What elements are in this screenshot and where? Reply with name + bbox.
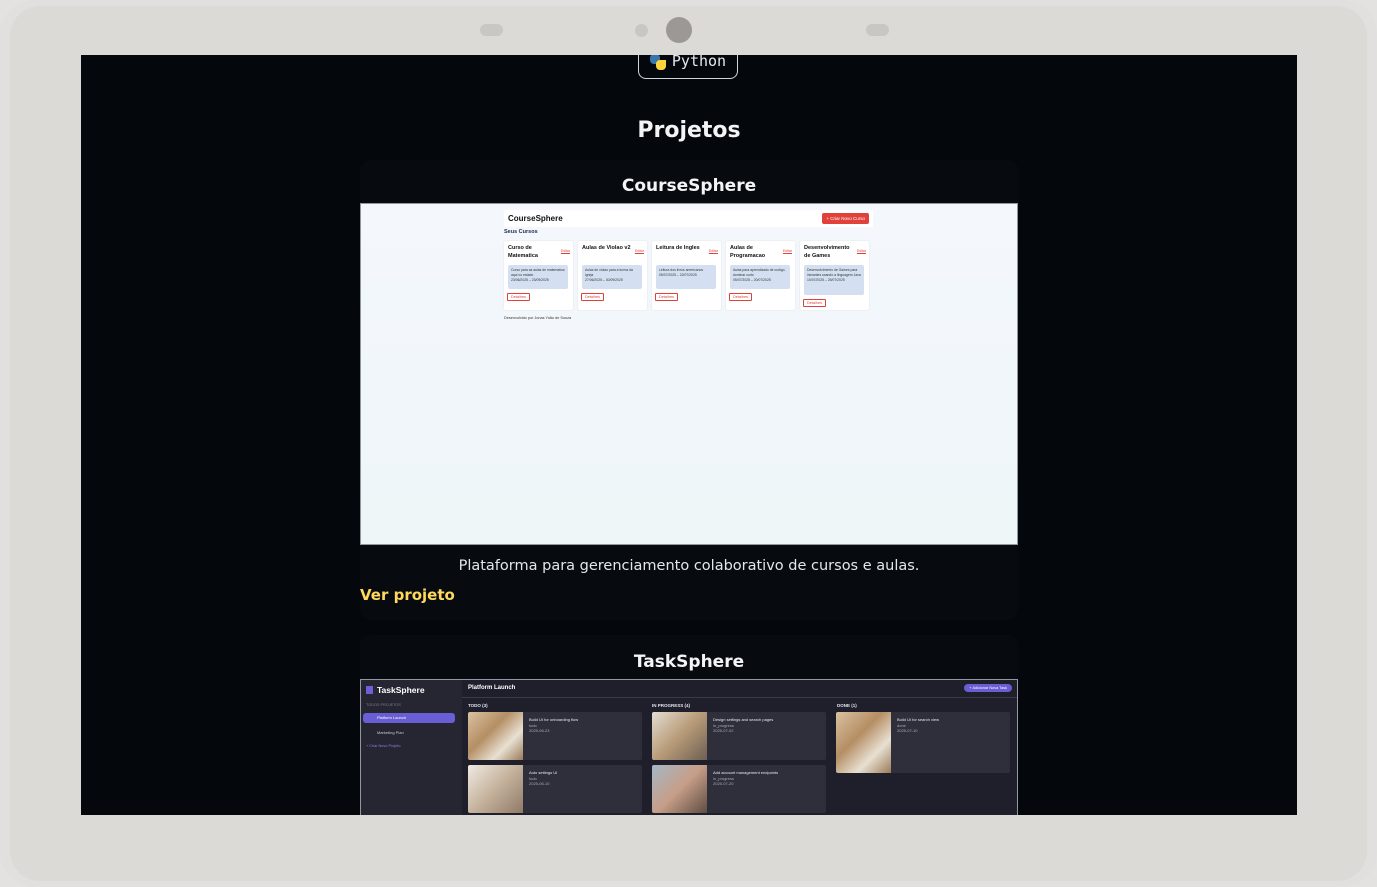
cs-edit-link: Editar <box>782 249 792 253</box>
cs-course-card: Desenvolvimento de Games Editar Desenvol… <box>800 241 869 310</box>
project-title: CourseSphere <box>621 176 757 196</box>
ts-column-header: IN PROGRESS (4) <box>652 703 691 708</box>
light-sensor <box>635 24 648 37</box>
cs-subtitle: Seus Cursos <box>504 229 538 235</box>
ts-task-card: Build UI for search view done 2025-07-10 <box>836 712 1010 773</box>
cs-course-card: Aulas de Programacao Editar Aulas para a… <box>726 241 795 310</box>
cs-course-card: Curso de Matematica Editar Curso para as… <box>504 241 573 310</box>
ts-column-header: DONE (1) <box>837 703 857 708</box>
project-card-coursesphere: CourseSphere CourseSphere + Criar Novo C… <box>360 160 1018 620</box>
cs-course-title: Aulas de Programacao <box>730 245 766 259</box>
tablet-frame: Python Projetos CourseSphere CourseSpher… <box>0 0 1377 887</box>
cs-course-info: Curso para as aulas de matematica aqui n… <box>508 265 568 289</box>
cs-course-card: Leitura de Ingles Editar Leitura dos liv… <box>652 241 721 310</box>
cs-course-info: Aulas para aprendizado de codigo, domina… <box>730 265 790 289</box>
cs-details-button: Detalhes <box>803 299 826 307</box>
ts-topbar: Platform Launch + Adicionar Nova Task <box>462 680 1017 698</box>
skill-badge-label: Python <box>671 55 727 70</box>
ts-add-task-button: + Adicionar Nova Task <box>964 684 1012 692</box>
task-image <box>836 712 891 773</box>
ts-new-project-link: + Criar Novo Projeto <box>366 744 401 748</box>
left-sensor <box>480 24 503 36</box>
cs-course-title: Desenvolvimento de Games <box>804 245 850 259</box>
ts-logo: TaskSphere <box>366 685 425 695</box>
section-title: Projetos <box>637 118 741 143</box>
task-image <box>652 765 707 813</box>
task-image <box>652 712 707 760</box>
ts-task-card: Build UI for onboarding flow todo 2025-06-… <box>468 712 642 760</box>
cs-course-title: Curso de Matematica <box>508 245 538 259</box>
cs-details-button: Detalhes <box>581 293 604 301</box>
right-sensor <box>866 24 889 36</box>
task-image <box>468 712 523 760</box>
ts-task-card: Add account management endpoints in_progr… <box>652 765 826 813</box>
ts-sidebar-label: TODOS PROJETOS <box>366 703 401 707</box>
ts-nav-item: Marketing Plan <box>377 730 404 735</box>
ts-board-title: Platform Launch <box>468 685 516 691</box>
project-screenshot: CourseSphere + Criar Novo Curso Seus Cur… <box>360 203 1018 545</box>
cs-course-info: Leitura dos livros americanos 05/07/2025 … <box>656 265 716 289</box>
camera <box>666 17 692 43</box>
task-image <box>468 765 523 813</box>
cs-new-course-button: + Criar Novo Curso <box>822 213 869 224</box>
project-screenshot: TaskSphere TODOS PROJETOS Platform Launc… <box>360 679 1018 815</box>
cs-course-info: Aulas de violao para a turma da igreja 27… <box>582 265 642 289</box>
cs-details-button: Detalhes <box>507 293 530 301</box>
ts-nav-item: Platform Launch <box>363 713 455 723</box>
ts-column-header: TODO (3) <box>468 703 488 708</box>
cs-course-card: Aulas de Violao v2 Editar Aulas de viola… <box>578 241 647 310</box>
ts-task-card: Auto settings UI todo 2025-06-10 <box>468 765 642 813</box>
project-description: Plataforma para gerenciamento colaborati… <box>458 558 920 574</box>
cs-edit-link: Editar <box>560 249 570 253</box>
python-icon <box>649 55 666 70</box>
cs-course-title: Aulas de Violao v2 <box>582 245 631 251</box>
project-title: TaskSphere <box>633 652 745 672</box>
cs-edit-link: Editar <box>708 249 718 253</box>
project-card-tasksphere: TaskSphere TaskSphere TODOS PROJETOS Pla… <box>360 635 1018 815</box>
cs-details-button: Detalhes <box>729 293 752 301</box>
cs-footer: Desenvolvido por Jonas Yoão de Souza <box>504 316 572 320</box>
cs-course-info: Desenvolvimento de Games para iniciantes… <box>804 265 864 295</box>
ts-task-card: Design settings and search pages in_progr… <box>652 712 826 760</box>
skill-badge-python: Python <box>638 55 738 79</box>
cs-app-title: CourseSphere <box>508 214 563 223</box>
screen[interactable]: Python Projetos CourseSphere CourseSpher… <box>81 55 1297 815</box>
cs-details-button: Detalhes <box>655 293 678 301</box>
view-project-link[interactable]: Ver projeto <box>360 586 455 604</box>
ts-sidebar: TaskSphere TODOS PROJETOS Platform Launc… <box>361 680 462 815</box>
cs-edit-link: Editar <box>634 249 644 253</box>
cs-edit-link: Editar <box>856 249 866 253</box>
cs-header: CourseSphere + Criar Novo Curso <box>504 210 873 227</box>
cs-course-title: Leitura de Ingles <box>656 245 700 251</box>
